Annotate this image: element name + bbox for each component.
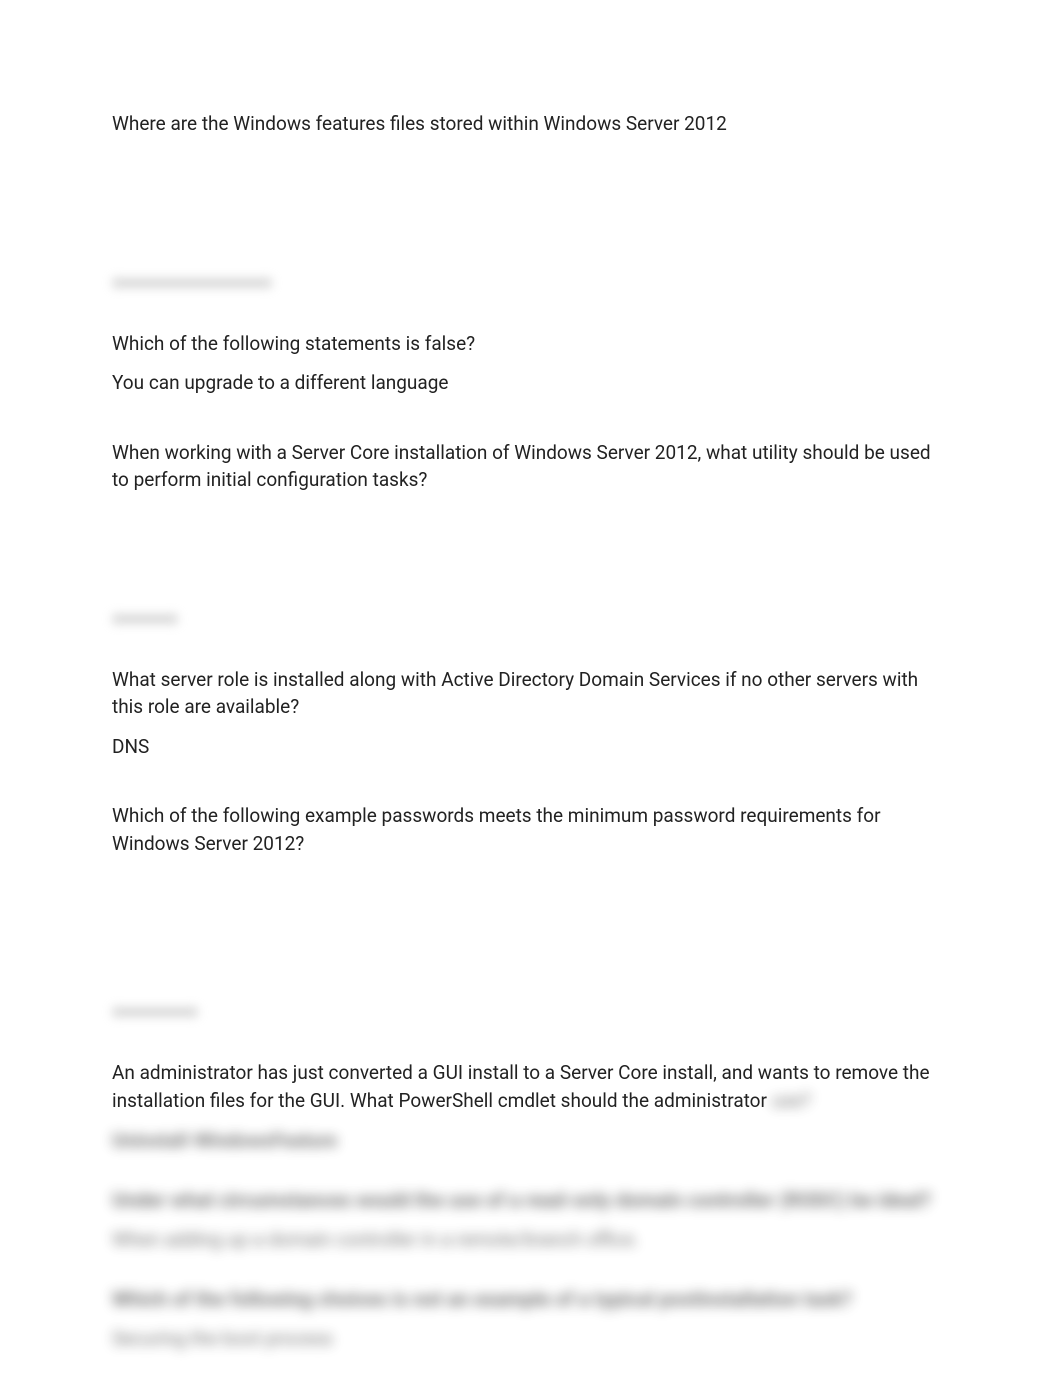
hidden-answer-bar	[112, 278, 272, 288]
question-text: What server role is installed along with…	[112, 666, 950, 721]
hidden-question: Under what circumstances would the use o…	[112, 1184, 950, 1216]
qa-block: Where are the Windows features files sto…	[112, 110, 950, 288]
hidden-answer-text: Uninstall-WindowsFeature	[112, 1127, 950, 1155]
document-page: Where are the Windows features files sto…	[0, 0, 1062, 1393]
question-text: When working with a Server Core installa…	[112, 439, 950, 494]
hidden-question: Which of the following choices is not an…	[112, 1283, 950, 1315]
answer-spacer	[112, 506, 950, 606]
qa-block: What server role is installed along with…	[112, 666, 950, 761]
hidden-content-block: Under what circumstances would the use o…	[112, 1184, 950, 1353]
question-text: Where are the Windows features files sto…	[112, 110, 950, 138]
hidden-answer: Securing the boot process	[112, 1325, 950, 1354]
question-text: An administrator has just converted a GU…	[112, 1059, 950, 1114]
hidden-answer-bar	[112, 614, 178, 624]
question-text: Which of the following statements is fal…	[112, 330, 950, 358]
answer-text: DNS	[112, 733, 950, 761]
qa-block: When working with a Server Core installa…	[112, 439, 950, 624]
question-hidden-part: use?	[772, 1089, 811, 1112]
qa-block: Which of the following statements is fal…	[112, 330, 950, 397]
hidden-answer: When adding up a domain controller in a …	[112, 1226, 950, 1255]
answer-spacer	[112, 869, 950, 999]
answer-text: You can upgrade to a different language	[112, 369, 950, 397]
hidden-answer-bar	[112, 1007, 198, 1017]
answer-spacer	[112, 150, 950, 270]
qa-block: Which of the following example passwords…	[112, 802, 950, 1017]
question-text: Which of the following example passwords…	[112, 802, 950, 857]
qa-block: An administrator has just converted a GU…	[112, 1059, 950, 1154]
